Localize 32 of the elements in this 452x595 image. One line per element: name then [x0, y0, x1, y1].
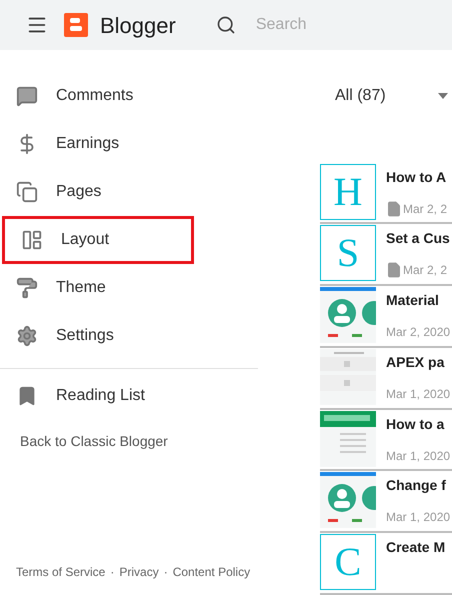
post-title[interactable]: Set a Cus: [386, 228, 450, 250]
sidebar-item[interactable]: Theme: [0, 264, 258, 312]
separator-dot: ·: [110, 564, 114, 581]
footer-link[interactable]: Privacy: [119, 563, 159, 581]
search-field[interactable]: Search: [256, 13, 406, 37]
post-title[interactable]: Change f: [386, 475, 450, 496]
separator-dot: ·: [164, 564, 168, 581]
post-date: Mar 1, 2020: [386, 509, 450, 526]
post-title[interactable]: How to a: [386, 414, 450, 435]
sidebar-item[interactable]: Earnings: [0, 120, 258, 168]
letter-thumbnail: C: [320, 534, 376, 590]
sidebar-item[interactable]: Comments: [0, 72, 258, 120]
filter-dropdown[interactable]: All (87): [335, 84, 386, 108]
post-date: Mar 2, 2: [403, 262, 448, 280]
post-date: Mar 1, 2020: [386, 448, 450, 465]
sidebar-item[interactable]: Layout: [2, 216, 194, 264]
post-date: Mar 2, 2: [403, 200, 448, 218]
letter-thumbnail: H: [320, 164, 376, 220]
post-date: Mar 2, 2020: [386, 324, 450, 342]
letter-thumbnail: S: [320, 225, 376, 282]
footer-link[interactable]: Terms of Service: [16, 563, 106, 581]
classic-blogger-link[interactable]: Back to Classic Blogger: [20, 431, 168, 452]
post-date: Mar 1, 2020: [386, 386, 450, 403]
app-title: Blogger: [100, 12, 176, 40]
sidebar-item[interactable]: Settings: [0, 312, 258, 360]
post-title[interactable]: How to A: [386, 166, 448, 188]
footer-link[interactable]: Content Policy: [172, 563, 250, 581]
post-title[interactable]: Create M: [386, 537, 446, 558]
sidebar-item[interactable]: Pages: [0, 168, 258, 216]
sidebar-item[interactable]: Reading List: [0, 369, 258, 423]
post-title[interactable]: APEX pa: [386, 352, 450, 373]
post-title[interactable]: Material: [386, 290, 450, 312]
